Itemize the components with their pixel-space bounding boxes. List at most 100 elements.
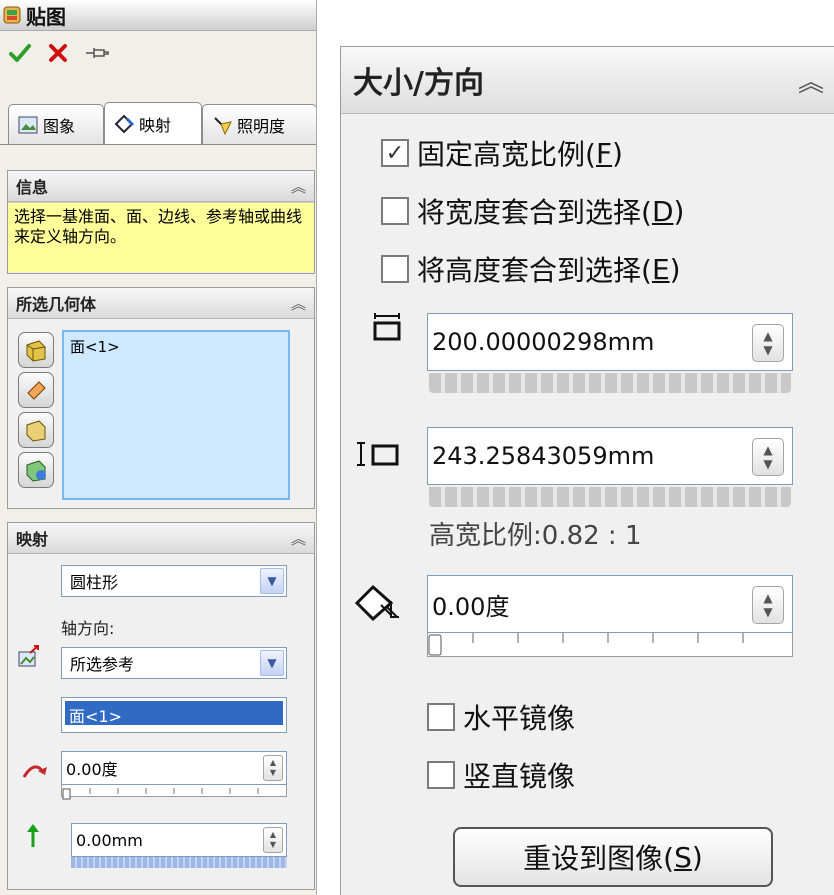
offset-thumbwheel[interactable]	[71, 857, 287, 868]
size-orientation-header[interactable]: 大小/方向 ︽	[341, 47, 834, 114]
tab-mapping[interactable]: 映射	[104, 102, 202, 144]
fit-width-label: 将宽度套合到选择(	[417, 196, 652, 229]
rotation-ruler-ticks	[62, 788, 259, 800]
checkbox-unchecked[interactable]	[427, 761, 455, 789]
fit-height-hotkey: E	[651, 252, 670, 286]
fit-height-label: 将高度套合到选择(	[417, 254, 652, 287]
action-bar	[0, 31, 316, 75]
pushpin-icon[interactable]	[84, 43, 110, 63]
geometry-section-title: 所选几何体	[16, 295, 97, 314]
select-face-button[interactable]	[18, 332, 54, 368]
info-section: 信息 ︽ 选择一基准面、面、边线、参考轴或曲线来定义轴方向。	[7, 170, 315, 274]
lock-aspect-suffix: )	[612, 136, 623, 170]
mapping-type-select[interactable]: 圆柱形 ▼	[61, 565, 287, 597]
angle-rotate-icon	[354, 584, 399, 622]
width-thumbwheel[interactable]	[429, 373, 791, 393]
height-thumbwheel[interactable]	[429, 487, 791, 507]
rotation-value: 0.00度	[66, 760, 118, 779]
decal-icon	[3, 6, 21, 24]
mirror-vertical-checkbox[interactable]: 竖直镜像	[427, 755, 575, 795]
reset-hotkey: S	[674, 840, 692, 874]
checkbox-unchecked[interactable]	[427, 703, 455, 731]
tab-image[interactable]: 图象	[8, 104, 104, 144]
selected-geometry-list[interactable]: 面<1>	[62, 330, 290, 500]
axis-reference-field[interactable]: 面<1>	[61, 697, 287, 733]
face-icon	[26, 340, 46, 362]
geometry-section: 所选几何体 ︽ 面<1>	[7, 287, 315, 509]
rotation-slider[interactable]	[61, 785, 287, 800]
select-feature-button[interactable]	[18, 412, 54, 448]
angle-value: 0.00度	[432, 592, 510, 621]
mapping-type-value: 圆柱形	[70, 573, 119, 592]
height-input[interactable]: 243.25843059mm ▲ ▼	[427, 427, 793, 485]
mirror-horizontal-checkbox[interactable]: 水平镜像	[427, 697, 575, 737]
select-component-button[interactable]	[18, 452, 54, 488]
fit-width-checkbox[interactable]: 将宽度套合到选择(D)	[381, 191, 684, 231]
rotation-input[interactable]: 0.00度 ▲ ▼	[61, 751, 287, 785]
spin-arrows-icon[interactable]: ▲ ▼	[752, 586, 784, 624]
offset-input[interactable]: 0.00mm ▲ ▼	[71, 823, 287, 857]
tab-lighting[interactable]: 照明度	[202, 104, 316, 144]
body-icon	[27, 381, 46, 400]
collapse-chevron-icon[interactable]: ︽	[291, 176, 306, 197]
lock-aspect-label: 固定高宽比例(	[417, 138, 596, 171]
ok-check-icon[interactable]	[8, 41, 32, 65]
tab-bar: 图象 映射 照明度	[0, 102, 316, 145]
collapse-chevron-icon[interactable]: ︽	[291, 528, 306, 549]
collapse-chevron-icon[interactable]: ︽	[798, 62, 824, 99]
mapping-icon	[114, 114, 135, 133]
image-icon	[18, 116, 38, 133]
mirror-horizontal-label: 水平镜像	[463, 702, 576, 735]
decal-property-manager: 贴图 图象 映射 照明度 信息 ︽ 选择一基准面、面、边线、参考轴或曲线来定义轴…	[0, 0, 317, 895]
select-body-button[interactable]	[18, 372, 54, 408]
tab-mapping-label: 映射	[139, 115, 172, 135]
panel-title: 贴图	[26, 4, 66, 29]
angle-input[interactable]: 0.00度 ▲ ▼	[427, 575, 793, 633]
spin-arrows-icon[interactable]: ▲ ▼	[752, 324, 784, 362]
geometry-section-header[interactable]: 所选几何体 ︽	[8, 288, 314, 319]
fit-height-suffix: )	[669, 252, 681, 286]
axis-direction-icon	[18, 645, 39, 667]
size-orientation-panel: 大小/方向 ︽ ✓ 固定高宽比例(F) 将宽度套合到选择(D) 将高度套合到选择…	[340, 46, 834, 895]
checkbox-unchecked[interactable]	[381, 197, 409, 225]
list-item[interactable]: 面<1>	[70, 336, 282, 357]
info-message: 选择一基准面、面、边线、参考轴或曲线来定义轴方向。	[8, 202, 314, 272]
checkbox-unchecked[interactable]	[381, 255, 409, 283]
collapse-chevron-icon[interactable]: ︽	[291, 293, 306, 314]
axis-direction-select[interactable]: 所选参考 ▼	[61, 647, 287, 679]
spin-arrows-icon[interactable]: ▲ ▼	[752, 438, 784, 476]
mapping-section-title: 映射	[16, 530, 49, 549]
tab-image-label: 图象	[43, 116, 76, 136]
fit-width-hotkey: D	[651, 194, 674, 228]
size-orientation-title: 大小/方向	[353, 66, 484, 101]
reset-suffix: )	[691, 840, 703, 874]
info-section-header[interactable]: 信息 ︽	[8, 171, 314, 202]
angle-ruler-ticks	[428, 633, 744, 656]
angle-slider[interactable]	[427, 633, 793, 657]
mapping-section-header[interactable]: 映射 ︽	[8, 523, 314, 554]
spin-arrows-icon[interactable]: ▲ ▼	[263, 827, 283, 853]
cube-icon	[26, 420, 46, 442]
axis-direction-value: 所选参考	[70, 655, 135, 674]
lock-aspect-checkbox[interactable]: ✓ 固定高宽比例(F)	[381, 133, 623, 173]
width-input[interactable]: 200.00000298mm ▲ ▼	[427, 313, 793, 371]
spin-arrows-icon[interactable]: ▲ ▼	[263, 755, 283, 781]
width-value: 200.00000298mm	[432, 328, 655, 356]
rotation-arrow-icon	[22, 765, 47, 778]
height-dimension-icon	[357, 442, 399, 466]
reset-to-image-button[interactable]: 重设到图像(S)	[453, 827, 773, 887]
checkbox-checked[interactable]: ✓	[381, 139, 409, 167]
chevron-down-icon[interactable]: ▼	[260, 568, 284, 594]
tab-lighting-label: 照明度	[237, 116, 286, 136]
lock-aspect-hotkey: F	[595, 136, 613, 170]
offset-arrow-up-icon	[27, 824, 39, 847]
fit-height-checkbox[interactable]: 将高度套合到选择(E)	[381, 249, 681, 289]
cancel-x-icon[interactable]	[46, 41, 70, 65]
component-icon	[26, 460, 46, 482]
mapping-section: 映射 ︽ 圆柱形 ▼ 轴方向: 所选参考 ▼ 面<1> 0.00度 ▲ ▼ 0.…	[7, 522, 315, 890]
width-dimension-icon	[373, 313, 401, 341]
reset-label: 重设到图像(	[523, 842, 675, 875]
aspect-ratio-readout: 高宽比例:0.82 : 1	[429, 521, 642, 551]
axis-reference-value[interactable]: 面<1>	[65, 701, 283, 726]
chevron-down-icon[interactable]: ▼	[260, 650, 284, 676]
